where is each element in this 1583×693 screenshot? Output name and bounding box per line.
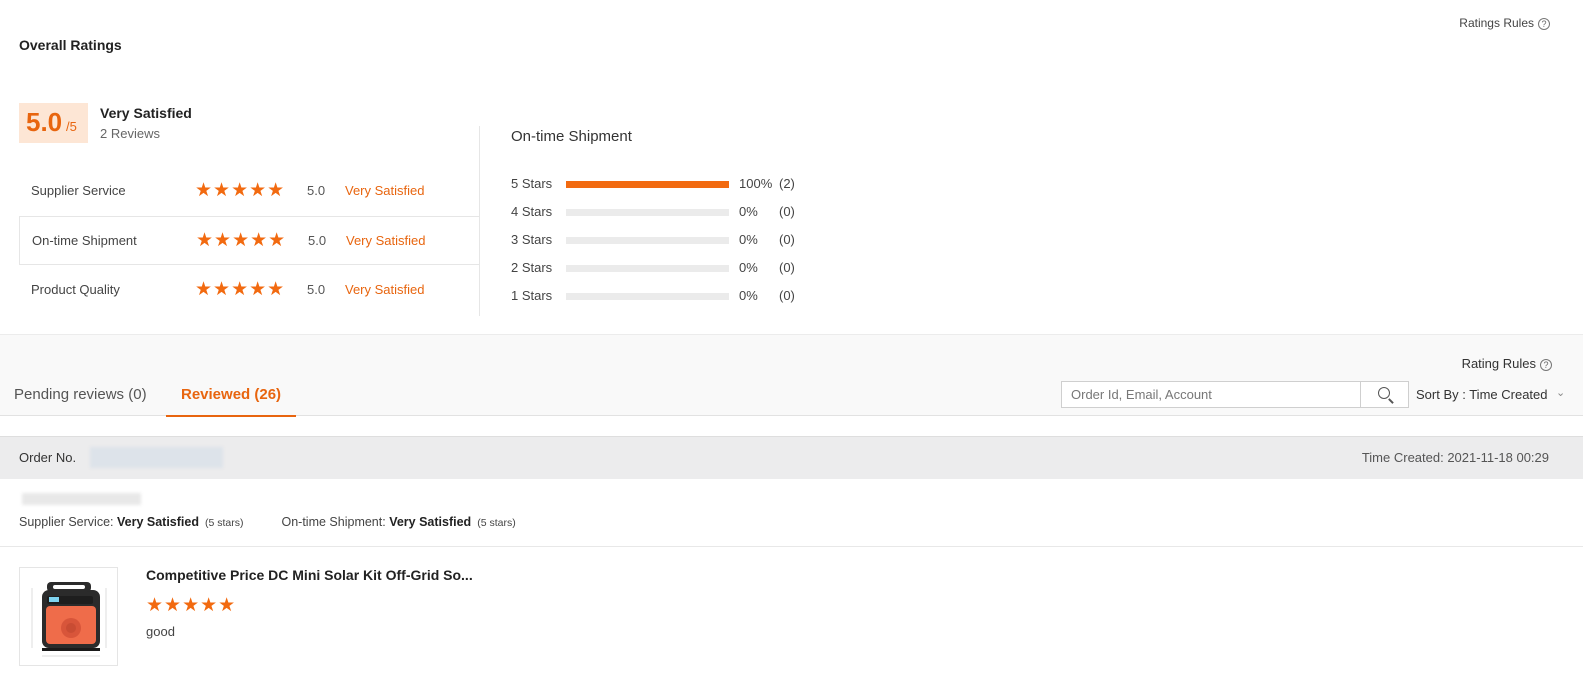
- order-number-redacted: [90, 447, 223, 468]
- distribution-row: 5 Stars 100% (2): [511, 174, 811, 194]
- distribution-row: 2 Stars 0% (0): [511, 258, 811, 278]
- sort-dropdown[interactable]: Sort By : Time Created: [1416, 387, 1548, 402]
- rating-value: 5.0: [308, 233, 327, 248]
- distribution-count: (0): [779, 232, 795, 247]
- overall-satisfaction: Very Satisfied: [100, 105, 192, 121]
- review-comment: good: [146, 624, 175, 639]
- divider: [0, 546, 1583, 547]
- supplier-service-value: Very Satisfied: [116, 515, 199, 529]
- order-header: [0, 436, 1583, 479]
- search-icon: [1378, 387, 1390, 399]
- ratings-rules-label[interactable]: Ratings Rules: [1459, 16, 1534, 30]
- reviews-count: 2 Reviews: [100, 126, 160, 141]
- product-star-rating-icon: ★★★★★: [146, 594, 237, 616]
- rating-row-supplier-service: Supplier Service ★★★★★ 5.0 Very Satisfie…: [19, 167, 480, 216]
- overall-score-max: /5: [66, 119, 77, 134]
- distribution-label: 3 Stars: [511, 232, 553, 247]
- distribution-percent: 0%: [739, 204, 758, 219]
- tab-pending-reviews[interactable]: Pending reviews (0): [14, 386, 147, 403]
- distribution-percent: 0%: [739, 288, 758, 303]
- product-title[interactable]: Competitive Price DC Mini Solar Kit Off-…: [146, 567, 473, 583]
- distribution-bar: [566, 293, 729, 300]
- rating-satisfaction: Very Satisfied: [345, 282, 425, 297]
- tab-reviewed[interactable]: Reviewed (26): [166, 376, 296, 417]
- rating-label: On-time Shipment: [32, 233, 137, 248]
- distribution-bar-fill: [566, 181, 729, 188]
- shipment-stars: (5 stars): [477, 517, 516, 529]
- help-icon[interactable]: ?: [1538, 18, 1550, 30]
- order-number-label: Order No.: [19, 450, 77, 465]
- distribution-percent: 0%: [739, 260, 758, 275]
- distribution-label: 5 Stars: [511, 176, 553, 191]
- search-button[interactable]: [1360, 382, 1408, 407]
- order-time-created: Time Created: 2021-11-18 00:29: [1361, 450, 1549, 465]
- rating-value: 5.0: [307, 282, 326, 297]
- shipment-value: Very Satisfied: [389, 515, 472, 529]
- distribution-label: 4 Stars: [511, 204, 553, 219]
- distribution-count: (0): [779, 260, 795, 275]
- star-rating-icon: ★★★★★: [195, 179, 286, 201]
- rating-row-product-quality: Product Quality ★★★★★ 5.0 Very Satisfied: [19, 266, 480, 315]
- review-summary: Supplier Service: Very Satisfied (5 stars…: [19, 515, 516, 529]
- tab-reviewed-label[interactable]: Reviewed (26): [181, 386, 281, 403]
- distribution-count: (0): [779, 288, 795, 303]
- buyer-name-redacted: [22, 493, 141, 505]
- rating-row-on-time-shipment[interactable]: On-time Shipment ★★★★★ 5.0 Very Satisfie…: [19, 216, 480, 265]
- rating-label: Supplier Service: [31, 183, 126, 198]
- section-divider: [479, 126, 480, 316]
- star-rating-icon: ★★★★★: [196, 229, 287, 251]
- rating-satisfaction: Very Satisfied: [345, 183, 425, 198]
- search-input[interactable]: [1062, 382, 1360, 407]
- rating-rules-label[interactable]: Rating Rules: [1462, 356, 1536, 371]
- supplier-service-stars: (5 stars): [204, 517, 244, 529]
- distribution-bar: [566, 265, 729, 272]
- distribution-count: (2): [779, 176, 795, 191]
- distribution-label: 2 Stars: [511, 260, 553, 275]
- help-icon[interactable]: ?: [1540, 359, 1552, 371]
- distribution-bar: [566, 209, 729, 216]
- overall-ratings-title: Overall Ratings: [19, 37, 122, 53]
- distribution-row: 1 Stars 0% (0): [511, 286, 811, 306]
- distribution-percent: 100%: [739, 176, 773, 191]
- rating-value: 5.0: [307, 183, 326, 198]
- overall-score: 5.0: [26, 107, 63, 137]
- ratings-rules-link[interactable]: Ratings Rules?: [1459, 16, 1550, 30]
- supplier-service-label: Supplier Service:: [19, 515, 114, 529]
- distribution-count: (0): [779, 204, 795, 219]
- rating-label: Product Quality: [31, 282, 120, 297]
- distribution-row: 4 Stars 0% (0): [511, 202, 811, 222]
- rating-satisfaction: Very Satisfied: [346, 233, 426, 248]
- distribution-percent: 0%: [739, 232, 758, 247]
- distribution-label: 1 Stars: [511, 288, 553, 303]
- star-rating-icon: ★★★★★: [195, 278, 286, 300]
- distribution-bar: [566, 181, 729, 188]
- distribution-row: 3 Stars 0% (0): [511, 230, 811, 250]
- search-box: [1061, 381, 1409, 408]
- product-thumbnail[interactable]: [19, 567, 118, 666]
- rating-rules-link[interactable]: Rating Rules?: [1462, 356, 1552, 371]
- chevron-down-icon[interactable]: ⌄: [1556, 386, 1565, 399]
- shipment-label: On-time Shipment:: [281, 515, 386, 529]
- distribution-title: On-time Shipment: [511, 128, 632, 145]
- solar-generator-image: [31, 582, 107, 657]
- distribution-bar: [566, 237, 729, 244]
